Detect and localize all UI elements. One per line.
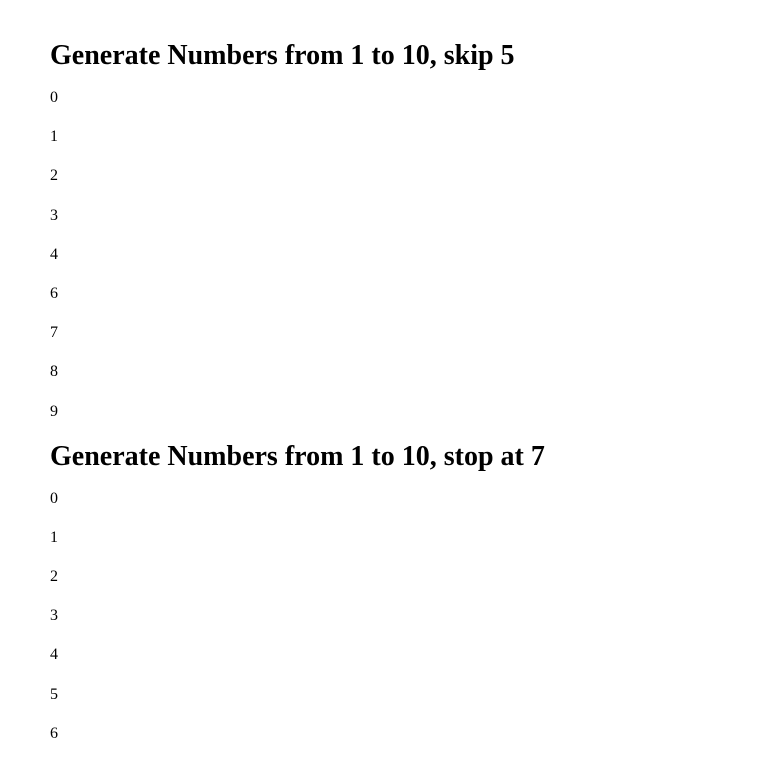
section-heading-2: Generate Numbers from 1 to 10, stop at 7 <box>50 441 713 473</box>
list-item: 4 <box>50 245 713 264</box>
list-item: 6 <box>50 284 713 303</box>
list-item: 7 <box>50 323 713 342</box>
list-item: 2 <box>50 567 713 586</box>
list-item: 2 <box>50 166 713 185</box>
list-item: 1 <box>50 528 713 547</box>
list-item: 8 <box>50 362 713 381</box>
number-list-1: 0 1 2 3 4 6 7 8 9 <box>50 88 713 421</box>
list-item: 1 <box>50 127 713 146</box>
list-item: 3 <box>50 206 713 225</box>
list-item: 0 <box>50 489 713 508</box>
list-item: 0 <box>50 88 713 107</box>
list-item: 4 <box>50 645 713 664</box>
list-item: 9 <box>50 402 713 421</box>
number-list-2: 0 1 2 3 4 5 6 <box>50 489 713 743</box>
list-item: 3 <box>50 606 713 625</box>
section-heading-1: Generate Numbers from 1 to 10, skip 5 <box>50 40 713 72</box>
list-item: 5 <box>50 685 713 704</box>
list-item: 6 <box>50 724 713 743</box>
